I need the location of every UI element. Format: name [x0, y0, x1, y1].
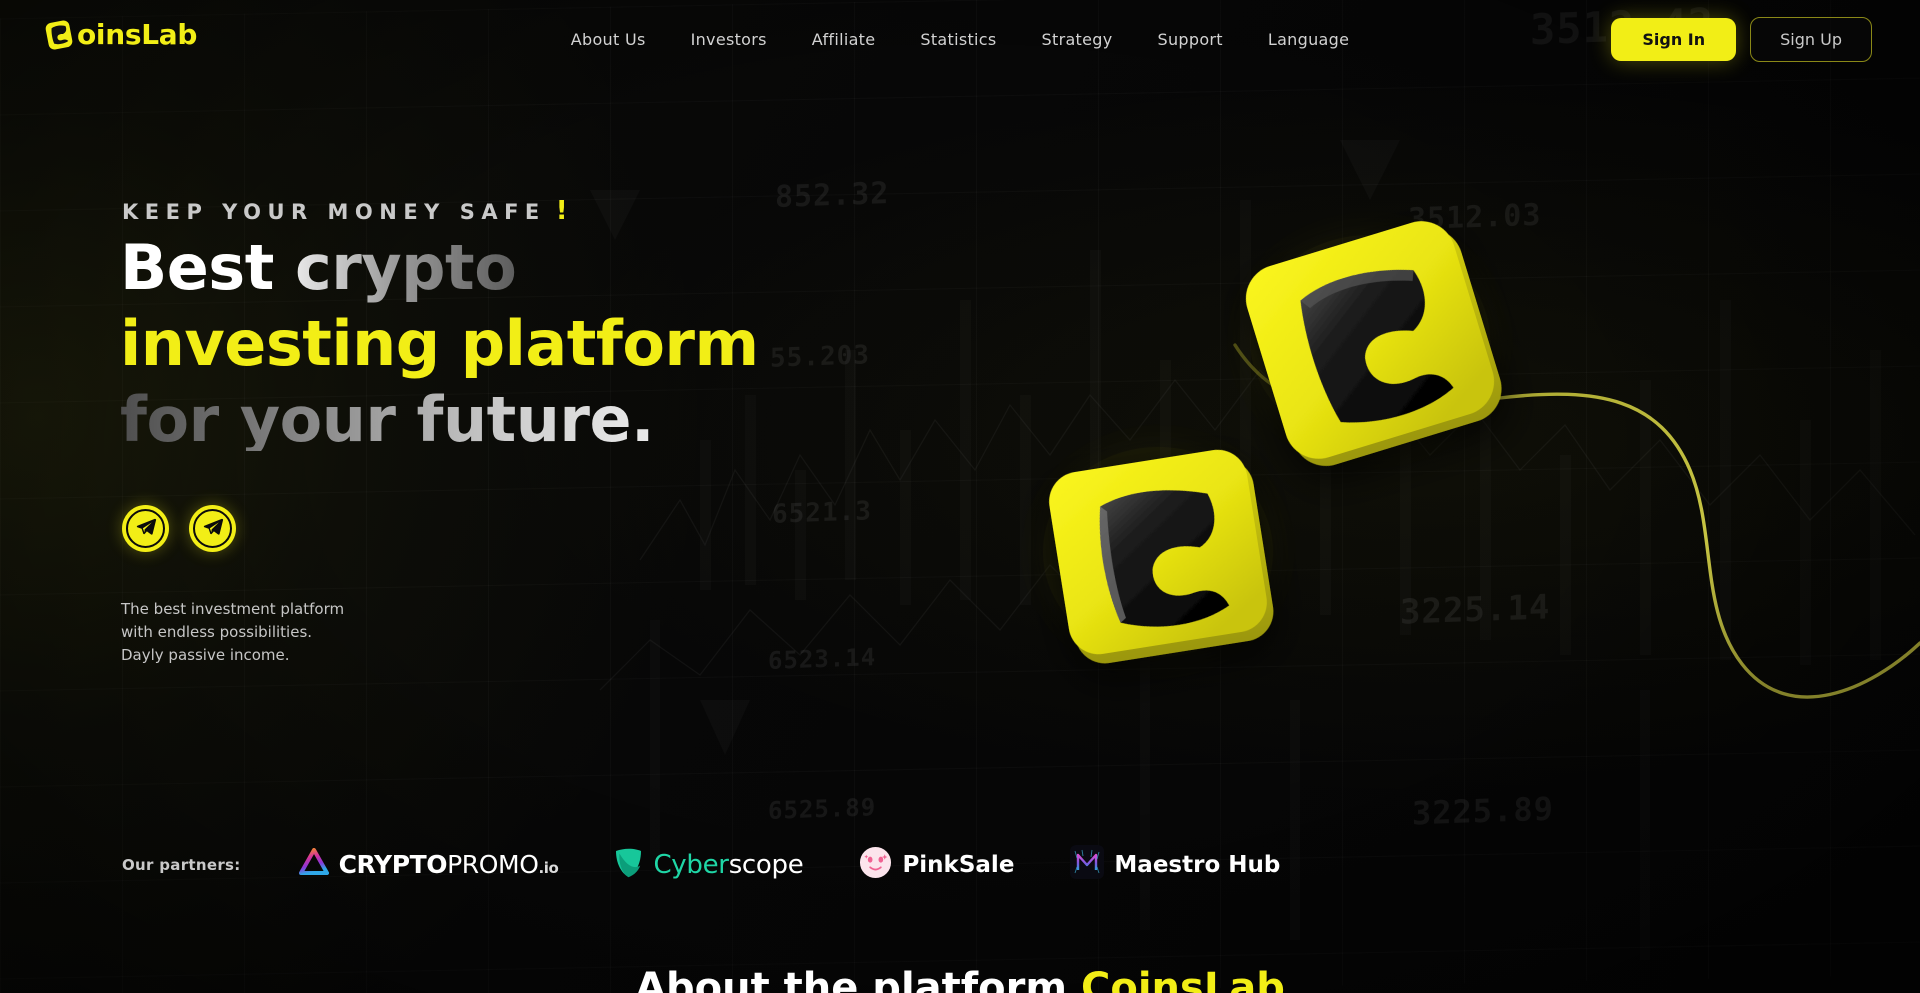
nav-item-language[interactable]: Language [1268, 30, 1349, 49]
hero-eyebrow-exclamation: ! [555, 196, 568, 226]
cp-suffix-text: .io [538, 859, 559, 877]
main-nav: About Us Investors Affiliate Statistics … [571, 30, 1349, 49]
telegram-channel-button[interactable] [122, 505, 169, 552]
nav-item-strategy[interactable]: Strategy [1042, 30, 1113, 49]
cp-bold-text: CRYPTO [338, 850, 448, 879]
next-section-title: About the platform CoinsLab [0, 965, 1920, 993]
partner-cryptopromo-label: CRYPTOPROMO.io [339, 850, 559, 879]
nav-item-about-us[interactable]: About Us [571, 30, 646, 49]
nav-item-statistics[interactable]: Statistics [920, 30, 996, 49]
partner-cyberscope-label: Cyberscope [653, 850, 803, 880]
hero-eyebrow: KEEP YOUR MONEY SAFE ! [122, 196, 568, 226]
site-header: oinsLab About Us Investors Affiliate Sta… [0, 0, 1920, 86]
partner-cryptopromo[interactable]: CRYPTOPROMO.io [298, 848, 559, 881]
hero-social-links [122, 505, 236, 552]
next-section-title-b: CoinsLab [1080, 965, 1285, 993]
maestro-hub-m-icon [1070, 845, 1105, 884]
scope-text: scope [728, 849, 804, 880]
partners-label: Our partners: [122, 855, 241, 874]
headline-word-best: Best [120, 231, 295, 304]
nav-item-investors[interactable]: Investors [691, 30, 767, 49]
telegram-chat-button[interactable] [189, 505, 236, 552]
logo[interactable]: oinsLab [44, 18, 197, 51]
telegram-icon [135, 516, 157, 541]
hero-headline: Best crypto investing platform for your … [120, 237, 759, 465]
next-section-title-a: About the platform [635, 965, 1081, 993]
partner-pinksale[interactable]: PinkSale [859, 846, 1014, 884]
hero-blurb-line-2: with endless possibilities. [121, 623, 313, 641]
nav-item-affiliate[interactable]: Affiliate [812, 30, 876, 49]
headline-line-3: for your future. [120, 389, 759, 451]
hero-blurb: The best investment platform with endles… [121, 598, 344, 667]
partner-cyberscope[interactable]: Cyberscope [614, 847, 804, 883]
hero-eyebrow-text: KEEP YOUR MONEY SAFE [122, 200, 546, 224]
hero-blurb-line-1: The best investment platform [121, 600, 345, 618]
coinslab-c-tile-icon [44, 19, 74, 51]
sign-in-button[interactable]: Sign In [1611, 18, 1737, 61]
cyberscope-shield-icon [614, 847, 643, 883]
headline-line-2: investing platform [120, 307, 759, 380]
pinksale-face-icon [859, 846, 892, 884]
logo-text: oinsLab [77, 18, 198, 51]
telegram-icon [202, 516, 224, 541]
hero-blurb-line-3: Dayly passive income. [121, 646, 290, 664]
cp-light-text: PROMO [447, 850, 539, 879]
cryptopromo-triangle-icon [298, 848, 329, 881]
partners-bar: Our partners: CRYPTOPROMO.io Cyberscope … [122, 845, 1280, 884]
partner-maestro-hub-label: Maestro Hub [1114, 851, 1281, 878]
cyber-text: Cyber [653, 849, 729, 880]
headline-line-1: Best crypto [120, 237, 759, 299]
headline-word-crypto: crypto [294, 231, 517, 304]
sign-up-button[interactable]: Sign Up [1750, 17, 1872, 62]
auth-buttons: Sign In Sign Up [1611, 17, 1872, 62]
partner-maestro-hub[interactable]: Maestro Hub [1070, 845, 1280, 884]
landing-page: 3512.42 3512.03 852.32 55.203 6521.3 652… [0, 0, 1920, 993]
partner-pinksale-label: PinkSale [902, 851, 1015, 878]
nav-item-support[interactable]: Support [1158, 30, 1223, 49]
